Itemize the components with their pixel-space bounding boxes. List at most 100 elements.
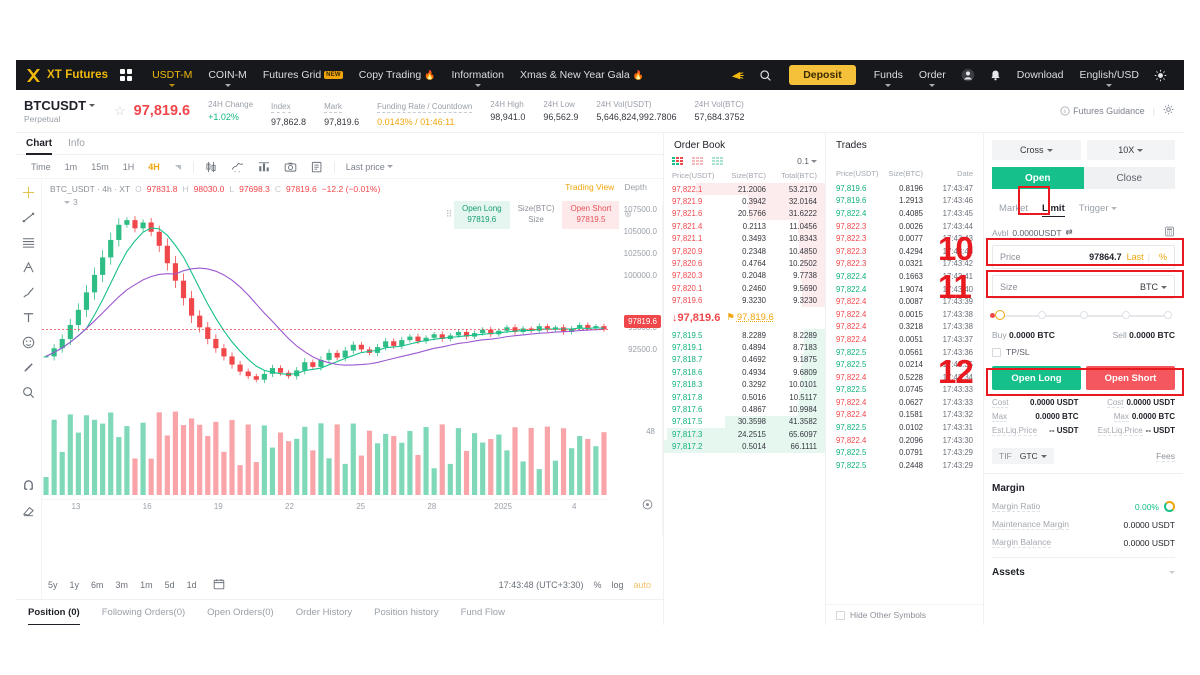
indicators-icon[interactable] — [224, 161, 251, 173]
assets-section[interactable]: Assets — [992, 557, 1175, 578]
percent-scale-button[interactable]: % — [593, 580, 601, 590]
apps-grid-icon[interactable] — [120, 69, 133, 81]
tif-selector[interactable]: TIF GTC — [992, 448, 1054, 464]
emoji-tool-icon[interactable] — [21, 335, 37, 349]
order-book-row[interactable]: 97,817.8 0.5016 10.5117 — [664, 390, 825, 404]
nav-item-copy-trading[interactable]: Copy Trading 🔥 — [351, 60, 444, 90]
zoom-tool-icon[interactable] — [21, 385, 37, 399]
order-type-trigger[interactable]: Trigger — [1072, 197, 1124, 219]
order-book-row[interactable]: 97,820.6 0.4764 10.2502 — [664, 257, 825, 270]
order-book-row[interactable]: 97,821.1 0.3493 10.8343 — [664, 232, 825, 245]
nav-item-download[interactable]: Download — [1009, 60, 1072, 90]
symbol-selector[interactable]: BTCUSDT Perpetual — [24, 98, 112, 124]
nav-item-order[interactable]: Order — [911, 60, 954, 90]
tpsl-toggle[interactable]: TP/SL — [992, 347, 1175, 357]
leverage-selector[interactable]: 10X — [1086, 140, 1175, 160]
order-type-market[interactable]: Market — [992, 197, 1035, 219]
slider-node-50[interactable] — [1079, 311, 1088, 319]
order-book-row[interactable]: 97,821.4 0.2113 11.0456 — [664, 220, 825, 233]
futures-guidance-link[interactable]: Futures Guidance — [1060, 106, 1145, 116]
order-book-row[interactable]: 97,818.7 0.4692 9.1875 — [664, 353, 825, 367]
orderbook-view-both-icon[interactable] — [672, 157, 683, 165]
size-input[interactable]: Size BTC — [992, 275, 1175, 299]
tab-following-orders[interactable]: Following Orders(0) — [102, 600, 185, 626]
calendar-icon[interactable] — [203, 578, 231, 592]
pitchfork-tool-icon[interactable] — [21, 260, 37, 274]
order-book-row[interactable]: 97,822.1 21.2006 53.2170 — [664, 183, 825, 196]
order-book-row[interactable]: 97,821.9 0.3942 32.0164 — [664, 195, 825, 208]
interval-15m[interactable]: 15m — [84, 162, 116, 172]
size-percent-slider[interactable] — [990, 310, 1172, 321]
ruler-tool-icon[interactable] — [21, 360, 37, 374]
slider-handle[interactable] — [994, 310, 1005, 320]
nav-item-futures-grid[interactable]: Futures Grid NEW — [255, 60, 351, 90]
interval-time[interactable]: Time — [24, 162, 58, 172]
search-icon[interactable] — [752, 69, 779, 82]
more-intervals-icon[interactable] — [167, 163, 189, 171]
order-book-row[interactable]: 97,819.1 0.4894 8.7183 — [664, 341, 825, 354]
tab-fund-flow[interactable]: Fund Flow — [461, 600, 505, 626]
crosshair-tool-icon[interactable] — [21, 185, 37, 199]
tab-open-orders[interactable]: Open Orders(0) — [207, 600, 274, 626]
megaphone-icon[interactable] — [723, 68, 752, 83]
orderbook-step-selector[interactable]: 0.1 — [797, 156, 817, 166]
nav-item-usdt-m[interactable]: USDT-M — [144, 60, 200, 90]
range-1d[interactable]: 1d — [181, 580, 203, 590]
chart-settings-icon[interactable] — [642, 497, 653, 515]
open-tab[interactable]: Open — [992, 167, 1084, 189]
slider-node-25[interactable] — [1037, 311, 1046, 319]
nav-item-language-currency[interactable]: English/USD — [1071, 60, 1147, 90]
fib-tool-icon[interactable] — [21, 235, 37, 249]
range-5d[interactable]: 5d — [159, 580, 181, 590]
calculator-icon[interactable] — [1164, 226, 1175, 239]
range-5y[interactable]: 5y — [42, 580, 64, 590]
brush-tool-icon[interactable] — [21, 285, 37, 299]
hide-other-symbols-toggle[interactable]: Hide Other Symbols — [826, 604, 983, 625]
open-long-button[interactable]: Open Long — [992, 366, 1081, 390]
order-book-row[interactable]: 97,818.3 0.3292 10.0101 — [664, 378, 825, 391]
interval-1m[interactable]: 1m — [58, 162, 85, 172]
candles-icon[interactable] — [198, 161, 224, 173]
tab-order-history[interactable]: Order History — [296, 600, 352, 626]
nav-item-coin-m[interactable]: COIN-M — [200, 60, 255, 90]
camera-icon[interactable] — [277, 161, 304, 173]
range-3m[interactable]: 3m — [110, 580, 135, 590]
magnet-tool-icon[interactable] — [21, 478, 37, 492]
text-tool-icon[interactable] — [21, 310, 37, 324]
order-book-row[interactable]: 97,818.6 0.4934 9.6809 — [664, 366, 825, 379]
interval-4h[interactable]: 4H — [141, 162, 167, 172]
tab-position[interactable]: Position (0) — [28, 600, 80, 625]
user-avatar-icon[interactable] — [954, 68, 982, 82]
checkbox-icon[interactable] — [836, 610, 845, 620]
order-book-row[interactable]: 97,817.2 0.5014 66.1111 — [664, 440, 825, 453]
interval-1h[interactable]: 1H — [116, 162, 142, 172]
open-short-button[interactable]: Open Short — [1086, 366, 1175, 390]
bars-icon[interactable] — [251, 161, 277, 173]
order-book-row[interactable]: 97,820.9 0.2348 10.4850 — [664, 244, 825, 258]
fees-link[interactable]: Fees — [1156, 451, 1175, 462]
favorite-star-icon[interactable]: ☆ — [114, 103, 126, 119]
margin-mode-selector[interactable]: Cross — [992, 140, 1081, 160]
auto-scale-button[interactable]: auto — [633, 580, 651, 590]
slider-node-100[interactable] — [1163, 311, 1172, 319]
slider-node-75[interactable] — [1121, 311, 1130, 319]
size-unit-selector[interactable]: BTC — [1140, 282, 1167, 292]
nav-item-funds[interactable]: Funds — [866, 60, 911, 90]
order-book-row[interactable]: 97,819.5 8.2289 8.2289 — [664, 328, 825, 342]
tab-info[interactable]: Info — [68, 133, 85, 155]
trading-view-link[interactable]: Trading View — [565, 182, 614, 192]
close-tab[interactable]: Close — [1083, 167, 1175, 189]
transfer-icon[interactable]: ⇄ — [1066, 227, 1073, 238]
order-book-row[interactable]: 97,821.6 20.5766 31.6222 — [664, 207, 825, 221]
log-scale-button[interactable]: log — [611, 580, 623, 590]
order-book-row[interactable]: 97,820.3 0.2048 9.7738 — [664, 269, 825, 283]
range-6m[interactable]: 6m — [85, 580, 110, 590]
orderbook-view-asks-icon[interactable] — [692, 157, 703, 165]
trendline-tool-icon[interactable] — [21, 210, 37, 224]
notification-bell-icon[interactable] — [982, 69, 1009, 82]
nav-item-xmas-gala[interactable]: Xmas & New Year Gala 🔥 — [512, 60, 652, 90]
range-1y[interactable]: 1y — [64, 580, 86, 590]
tab-chart[interactable]: Chart — [26, 133, 53, 155]
order-book-row[interactable]: 97,817.3 24.2515 65.6097 — [664, 428, 825, 441]
orderbook-view-bids-icon[interactable] — [712, 157, 723, 165]
